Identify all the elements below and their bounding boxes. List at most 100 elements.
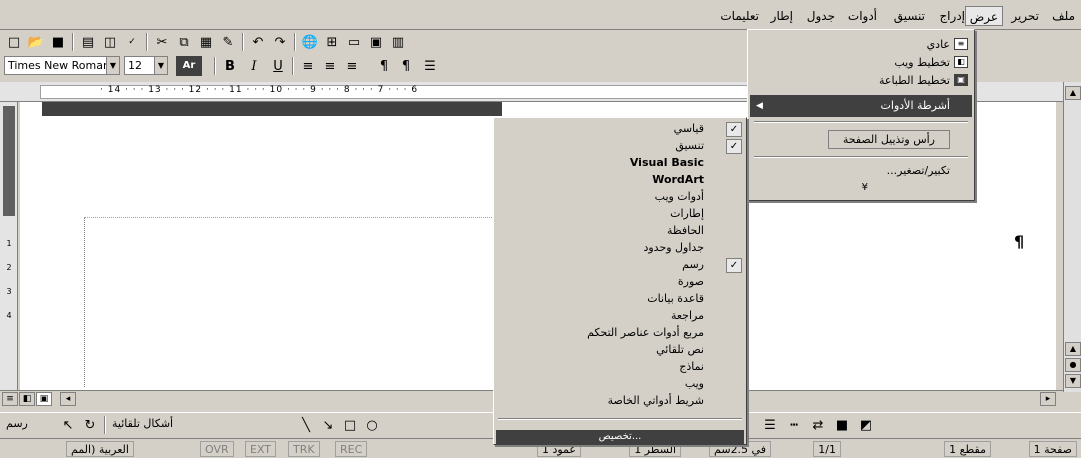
view-zoom-item[interactable]: تكبير/تصغير... bbox=[887, 164, 950, 177]
copy-icon[interactable]: ⧉ bbox=[174, 32, 194, 52]
vertical-scrollbar[interactable]: ▲ ▲ ● ▼ bbox=[1063, 82, 1081, 392]
undo-icon[interactable]: ↶ bbox=[248, 32, 268, 52]
format-painter-icon[interactable]: ✎ bbox=[218, 32, 238, 52]
web-layout-icon: ◧ bbox=[954, 56, 968, 68]
margin-guide bbox=[84, 217, 85, 387]
toolbar-option-web-tools[interactable]: أدوات ويب bbox=[655, 190, 704, 203]
menu-insert[interactable]: إدراج bbox=[935, 6, 969, 26]
view-toolbars-item[interactable]: أشرطة الأدوات ◀ bbox=[750, 95, 972, 117]
toolbar-option-control-toolbox[interactable]: مربع أدوات عناصر التحكم bbox=[587, 326, 704, 339]
print-layout-icon: ▣ bbox=[954, 74, 968, 86]
status-rec[interactable]: REC bbox=[335, 441, 368, 457]
toolbar-option-tables-borders[interactable]: جداول وحدود bbox=[643, 241, 704, 254]
align-left-icon[interactable]: ≡ bbox=[298, 56, 318, 76]
menu-help[interactable]: تعليمات bbox=[716, 6, 763, 26]
rtl-direction-icon[interactable]: ¶ bbox=[396, 56, 416, 76]
toolbar-option-reviewing[interactable]: مراجعة bbox=[671, 309, 704, 322]
toolbars-submenu: ✓ قياسي ✓ تنسيق Visual Basic WordArt أدو… bbox=[493, 117, 747, 445]
print-view-icon[interactable]: ▣ bbox=[36, 392, 52, 406]
save-icon[interactable]: ■ bbox=[48, 32, 68, 52]
browse-object-icon[interactable]: ● bbox=[1065, 358, 1081, 372]
menu-frame[interactable]: إطار bbox=[767, 6, 797, 26]
scroll-right-icon[interactable]: ▸ bbox=[1040, 392, 1056, 406]
font-name-dropdown[interactable]: Times New Roman ▼ bbox=[4, 56, 120, 75]
insert-excel-icon[interactable]: ▣ bbox=[366, 32, 386, 52]
toolbar-option-database[interactable]: قاعدة بيانات bbox=[647, 292, 704, 305]
toolbar-option-wordart[interactable]: WordArt bbox=[652, 173, 704, 186]
menu-tools[interactable]: أدوات bbox=[844, 6, 881, 26]
bold-button[interactable]: B bbox=[220, 56, 240, 76]
tables-borders-icon[interactable]: ⊞ bbox=[322, 32, 342, 52]
web-view-icon[interactable]: ◧ bbox=[19, 392, 35, 406]
menu-file[interactable]: ملف bbox=[1048, 6, 1079, 26]
columns-icon[interactable]: ▥ bbox=[388, 32, 408, 52]
numbering-icon[interactable]: ☰ bbox=[420, 56, 440, 76]
arrow-style-icon[interactable]: ⇄ bbox=[808, 415, 828, 435]
view-print-layout-item[interactable]: تخطيط الطباعة bbox=[879, 74, 950, 87]
line-icon[interactable]: ╲ bbox=[296, 415, 316, 435]
status-ext[interactable]: EXT bbox=[245, 441, 277, 457]
toolbar-option-autotext[interactable]: نص تلقائي bbox=[656, 343, 704, 356]
next-page-icon[interactable]: ▼ bbox=[1065, 374, 1081, 388]
align-right-icon[interactable]: ≡ bbox=[342, 56, 362, 76]
menu-table[interactable]: جدول bbox=[803, 6, 839, 26]
underline-button[interactable]: U bbox=[268, 56, 288, 76]
scroll-left-icon[interactable]: ◂ bbox=[60, 392, 76, 406]
font-size-dropdown[interactable]: 12 ▼ bbox=[124, 56, 168, 75]
italic-button[interactable]: I bbox=[244, 56, 264, 76]
autoshapes-button[interactable]: أشكال تلقائية bbox=[112, 417, 173, 430]
line-style-icon[interactable]: ☰ bbox=[760, 415, 780, 435]
view-normal-item[interactable]: عادي bbox=[927, 38, 950, 51]
new-document-icon[interactable]: □ bbox=[4, 32, 24, 52]
print-icon[interactable]: ▤ bbox=[78, 32, 98, 52]
status-trk[interactable]: TRK bbox=[288, 441, 320, 457]
shadow-icon[interactable]: ■ bbox=[832, 415, 852, 435]
toolbar-option-standard[interactable]: قياسي bbox=[674, 122, 704, 135]
toolbar-option-formatting[interactable]: تنسيق bbox=[675, 139, 704, 152]
menu-edit[interactable]: تحرير bbox=[1007, 6, 1043, 26]
normal-view-icon[interactable]: ≡ bbox=[2, 392, 18, 406]
status-section: مقطع 1 bbox=[944, 441, 991, 457]
open-folder-icon[interactable]: 📂 bbox=[26, 32, 46, 52]
margin-guide bbox=[84, 217, 524, 218]
menu-view[interactable]: عرض bbox=[964, 6, 1003, 26]
toolbar-option-picture[interactable]: صورة bbox=[678, 275, 704, 288]
arrow-icon[interactable]: ↘ bbox=[318, 415, 338, 435]
vruler-num: 3 bbox=[6, 287, 12, 296]
free-rotate-icon[interactable]: ↻ bbox=[80, 415, 100, 435]
toolbar-option-web[interactable]: ويب bbox=[685, 377, 704, 390]
oval-icon[interactable]: ○ bbox=[362, 415, 382, 435]
normal-view-icon: ≡ bbox=[954, 38, 968, 50]
dash-style-icon[interactable]: ┅ bbox=[784, 415, 804, 435]
toolbar-option-frames[interactable]: إطارات bbox=[670, 207, 704, 220]
align-center-icon[interactable]: ≡ bbox=[320, 56, 340, 76]
redo-icon[interactable]: ↷ bbox=[270, 32, 290, 52]
toolbar-option-drawing[interactable]: رسم bbox=[682, 258, 704, 271]
check-icon: ✓ bbox=[726, 139, 742, 154]
toolbar-customize-item[interactable]: تخصيص... bbox=[496, 430, 744, 444]
menu-format[interactable]: تنسيق bbox=[890, 6, 929, 26]
toolbar-option-visual-basic[interactable]: Visual Basic bbox=[630, 156, 704, 169]
style-button[interactable]: Ar bbox=[176, 56, 202, 76]
prev-page-icon[interactable]: ▲ bbox=[1065, 342, 1081, 356]
status-page: صفحة 1 bbox=[1028, 441, 1077, 457]
view-header-footer-item[interactable]: رأس وتذييل الصفحة bbox=[827, 130, 950, 149]
view-web-layout-item[interactable]: تخطيط ويب bbox=[894, 56, 950, 69]
spelling-icon[interactable]: ✓ bbox=[122, 32, 142, 52]
3d-icon[interactable]: ◩ bbox=[856, 415, 876, 435]
print-preview-icon[interactable]: ◫ bbox=[100, 32, 120, 52]
toolbar-option-my-toolbar[interactable]: شريط أدواتي الخاصة bbox=[608, 394, 704, 407]
paste-icon[interactable]: ▦ bbox=[196, 32, 216, 52]
rectangle-icon[interactable]: □ bbox=[340, 415, 360, 435]
toolbar-option-clipboard[interactable]: الحافظة bbox=[667, 224, 704, 237]
ltr-direction-icon[interactable]: ¶ bbox=[374, 56, 394, 76]
insert-table-icon[interactable]: ▭ bbox=[344, 32, 364, 52]
scroll-up-icon[interactable]: ▲ bbox=[1065, 86, 1081, 100]
status-ovr[interactable]: OVR bbox=[200, 441, 234, 457]
hyperlink-icon[interactable]: 🌐 bbox=[300, 32, 320, 52]
expand-menu-icon[interactable]: ¥ bbox=[862, 182, 868, 193]
select-objects-icon[interactable]: ↖ bbox=[58, 415, 78, 435]
cut-icon[interactable]: ✂ bbox=[152, 32, 172, 52]
toolbar-option-forms[interactable]: نماذج bbox=[679, 360, 704, 373]
draw-menu-button[interactable]: رسم bbox=[6, 417, 28, 430]
